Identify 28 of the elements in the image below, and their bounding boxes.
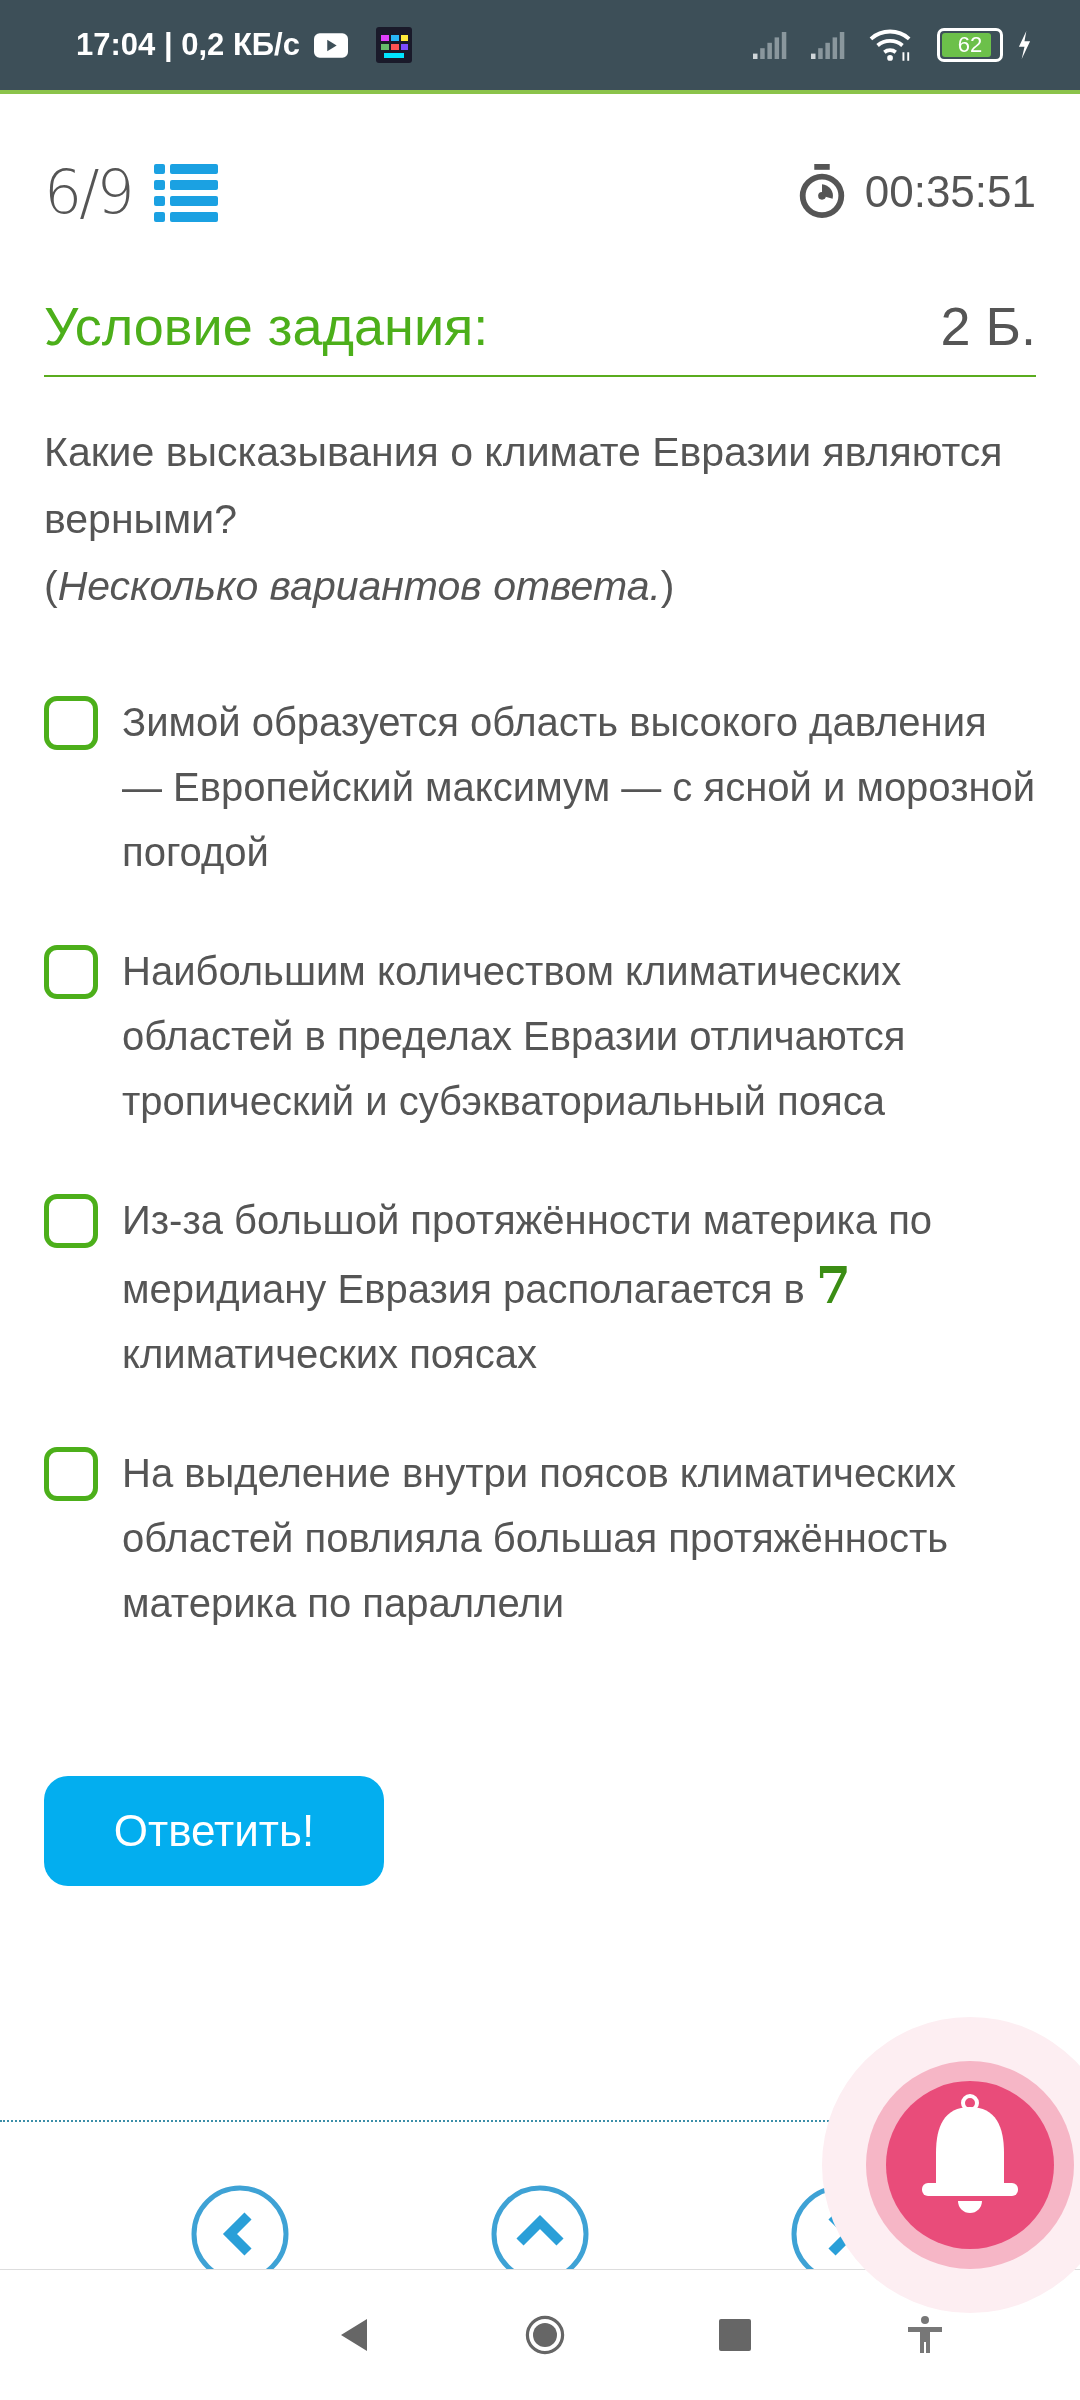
option-text[interactable]: Зимой образуется область высокого давления — Европейский максимум — с ясной и морозной погодой (122, 690, 1036, 885)
app-icon (375, 27, 412, 63)
question-counter: 6/9 (44, 157, 132, 227)
checkbox[interactable] (44, 945, 98, 999)
question-note: (Несколько вариантов ответа.) (44, 562, 676, 611)
accessibility-icon[interactable] (905, 2315, 945, 2355)
signal-icon (811, 31, 847, 59)
status-time: 17:04 | 0,2 КБ/с (76, 27, 300, 63)
home-icon[interactable] (525, 2315, 565, 2355)
checkbox[interactable] (44, 1447, 98, 1501)
signal-icon (753, 31, 789, 59)
charging-icon (1017, 31, 1032, 59)
option-text[interactable]: Наибольшим количеством климатических областей в пределах Евразии отличаются тропический и субэкваториальный пояса (122, 939, 1036, 1134)
option-text[interactable]: На выделение внутри поясов климатических областей повлияла большая протяжённость материка по параллели (122, 1441, 1036, 1636)
timer: 00:35:51 (864, 167, 1036, 217)
video-app-icon (313, 32, 348, 58)
task-points: 2 Б. (940, 295, 1036, 357)
question-text: Какие высказывания о климате Евразии являются верными? (44, 428, 1004, 544)
checkbox[interactable] (44, 696, 98, 750)
list-icon[interactable] (153, 162, 218, 222)
scroll-up-button[interactable] (490, 2184, 590, 2269)
notification-bell-button[interactable] (820, 2015, 1080, 2315)
wifi-icon (869, 28, 913, 62)
checkbox[interactable] (44, 1194, 98, 1248)
task-title: Условие задания: (44, 295, 489, 357)
option-text[interactable]: Из-за большой протяжённости материка по меридиану Евразия располагается в 7 климатических поясах (122, 1188, 1036, 1387)
battery-level: 62 (957, 32, 983, 58)
previous-button[interactable] (190, 2184, 290, 2269)
